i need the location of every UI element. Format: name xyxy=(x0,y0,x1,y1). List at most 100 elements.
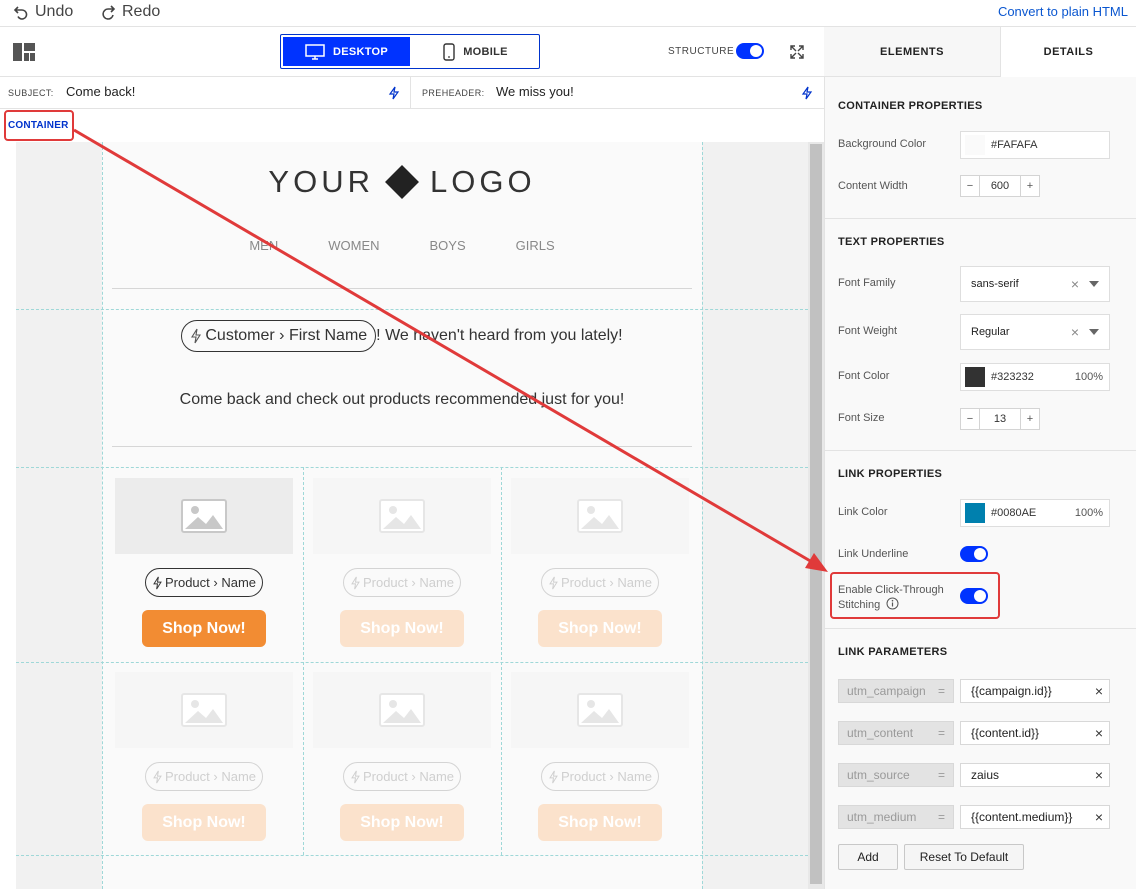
preheader-personalize-icon[interactable] xyxy=(801,86,813,100)
link-color-field[interactable]: #0080AE 100% xyxy=(960,499,1110,527)
font-color-swatch[interactable] xyxy=(965,367,985,387)
parameter-value-input[interactable]: {{content.id}} × xyxy=(960,721,1110,745)
remove-parameter-icon[interactable]: × xyxy=(1095,767,1103,783)
structure-guide xyxy=(16,662,808,663)
clear-icon[interactable]: × xyxy=(1071,324,1079,340)
logo-text-right: LOGO xyxy=(429,164,536,199)
link-underline-toggle[interactable] xyxy=(960,546,988,562)
subject-personalize-icon[interactable] xyxy=(388,86,400,100)
parameter-key: utm_campaign = xyxy=(838,679,954,703)
product-card[interactable]: Product › Name Shop Now! xyxy=(511,478,689,647)
structure-guide xyxy=(702,142,703,889)
font-color-opacity[interactable]: 100% xyxy=(1075,371,1103,383)
parameter-value-input[interactable]: zaius × xyxy=(960,763,1110,787)
subject-input[interactable]: Come back! xyxy=(66,84,135,99)
undo-button[interactable]: Undo xyxy=(13,3,73,21)
structure-guide xyxy=(16,855,808,856)
link-color-swatch[interactable] xyxy=(965,503,985,523)
product-name-token[interactable]: Product › Name xyxy=(343,762,461,791)
content-width-stepper[interactable]: − 600 + xyxy=(960,175,1040,197)
structure-guide xyxy=(303,467,304,855)
parameter-value-input[interactable]: {{content.medium}} × xyxy=(960,805,1110,829)
product-name-token[interactable]: Product › Name xyxy=(541,762,659,791)
font-weight-select[interactable]: Regular × xyxy=(960,314,1110,350)
link-color-opacity[interactable]: 100% xyxy=(1075,507,1103,519)
font-size-value[interactable]: 13 xyxy=(979,409,1021,429)
product-card[interactable]: Product › Name Shop Now! xyxy=(115,478,293,647)
convert-plain-html-link[interactable]: Convert to plain HTML xyxy=(998,4,1128,19)
product-name-token[interactable]: Product › Name xyxy=(343,568,461,597)
first-name-token[interactable]: Customer › First Name xyxy=(181,320,377,352)
font-family-select[interactable]: sans-serif × xyxy=(960,266,1110,302)
remove-parameter-icon[interactable]: × xyxy=(1095,683,1103,699)
font-size-label: Font Size xyxy=(838,412,885,424)
decrement-button[interactable]: − xyxy=(961,176,979,196)
remove-parameter-icon[interactable]: × xyxy=(1095,809,1103,825)
come-back-text[interactable]: Come back and check out products recomme… xyxy=(102,391,702,409)
structure-toggle[interactable] xyxy=(736,43,764,59)
font-size-stepper[interactable]: − 13 + xyxy=(960,408,1040,430)
shop-now-button[interactable]: Shop Now! xyxy=(340,804,464,841)
clear-icon[interactable]: × xyxy=(1071,276,1079,292)
background-color-swatch[interactable] xyxy=(965,135,985,155)
product-card[interactable]: Product › Name Shop Now! xyxy=(313,672,491,841)
reset-to-default-button[interactable]: Reset To Default xyxy=(904,844,1024,870)
add-parameter-button[interactable]: Add xyxy=(838,844,898,870)
nav-item-girls[interactable]: GIRLS xyxy=(516,238,555,253)
product-card[interactable]: Product › Name Shop Now! xyxy=(115,672,293,841)
scrollbar-thumb[interactable] xyxy=(810,144,822,884)
nav-item-boys[interactable]: BOYS xyxy=(430,238,466,253)
expand-icon[interactable] xyxy=(789,44,805,60)
chevron-down-icon[interactable] xyxy=(1089,329,1099,335)
chevron-down-icon[interactable] xyxy=(1089,281,1099,287)
shop-now-button[interactable]: Shop Now! xyxy=(142,610,266,647)
shop-now-button[interactable]: Shop Now! xyxy=(142,804,266,841)
image-placeholder-icon xyxy=(379,693,425,727)
layout-grid-icon[interactable] xyxy=(13,43,35,61)
product-name-token[interactable]: Product › Name xyxy=(145,568,263,597)
breadcrumb: CONTAINER xyxy=(0,109,824,142)
mobile-view-button[interactable]: MOBILE xyxy=(412,35,539,68)
redo-button[interactable]: Redo xyxy=(100,3,160,21)
preheader-input[interactable]: We miss you! xyxy=(496,84,574,99)
logo[interactable]: YOUR LOGO xyxy=(102,164,702,200)
greeting-rest: ! We haven't heard from you lately! xyxy=(376,327,623,344)
nav-item-men[interactable]: MEN xyxy=(249,238,278,253)
image-placeholder-icon xyxy=(181,499,227,533)
font-family-label: Font Family xyxy=(838,277,896,289)
desktop-icon xyxy=(305,43,325,60)
tab-details[interactable]: DETAILS xyxy=(1001,27,1136,77)
background-color-field[interactable]: #FAFAFA xyxy=(960,131,1110,159)
parameter-key: utm_source = xyxy=(838,763,954,787)
product-name-token[interactable]: Product › Name xyxy=(541,568,659,597)
remove-parameter-icon[interactable]: × xyxy=(1095,725,1103,741)
shop-now-button[interactable]: Shop Now! xyxy=(538,804,662,841)
font-color-field[interactable]: #323232 100% xyxy=(960,363,1110,391)
content-width-value[interactable]: 600 xyxy=(979,176,1021,196)
subject-label: SUBJECT: xyxy=(8,88,54,98)
shop-now-button[interactable]: Shop Now! xyxy=(538,610,662,647)
redo-label: Redo xyxy=(122,3,161,20)
tab-elements[interactable]: ELEMENTS xyxy=(824,27,1001,77)
product-name-token[interactable]: Product › Name xyxy=(145,762,263,791)
product-card[interactable]: Product › Name Shop Now! xyxy=(511,672,689,841)
bolt-icon xyxy=(153,770,162,783)
preheader-label: PREHEADER: xyxy=(422,88,485,98)
link-parameter-row: utm_content = {{content.id}} × xyxy=(838,721,1110,745)
decrement-button[interactable]: − xyxy=(961,409,979,429)
bolt-icon xyxy=(351,576,360,589)
canvas-scrollbar[interactable] xyxy=(808,142,824,889)
shop-now-button[interactable]: Shop Now! xyxy=(340,610,464,647)
annotation-box-stitching xyxy=(830,572,1000,619)
parameter-value-input[interactable]: {{campaign.id}} × xyxy=(960,679,1110,703)
product-card[interactable]: Product › Name Shop Now! xyxy=(313,478,491,647)
structure-guide xyxy=(102,142,103,889)
font-color-label: Font Color xyxy=(838,370,890,382)
greeting-text[interactable]: Customer › First Name ! We haven't heard… xyxy=(102,320,702,352)
increment-button[interactable]: + xyxy=(1021,409,1039,429)
image-placeholder-icon xyxy=(181,693,227,727)
increment-button[interactable]: + xyxy=(1021,176,1039,196)
product-image xyxy=(313,672,491,748)
desktop-view-button[interactable]: DESKTOP xyxy=(283,37,410,66)
nav-item-women[interactable]: WOMEN xyxy=(328,238,379,253)
